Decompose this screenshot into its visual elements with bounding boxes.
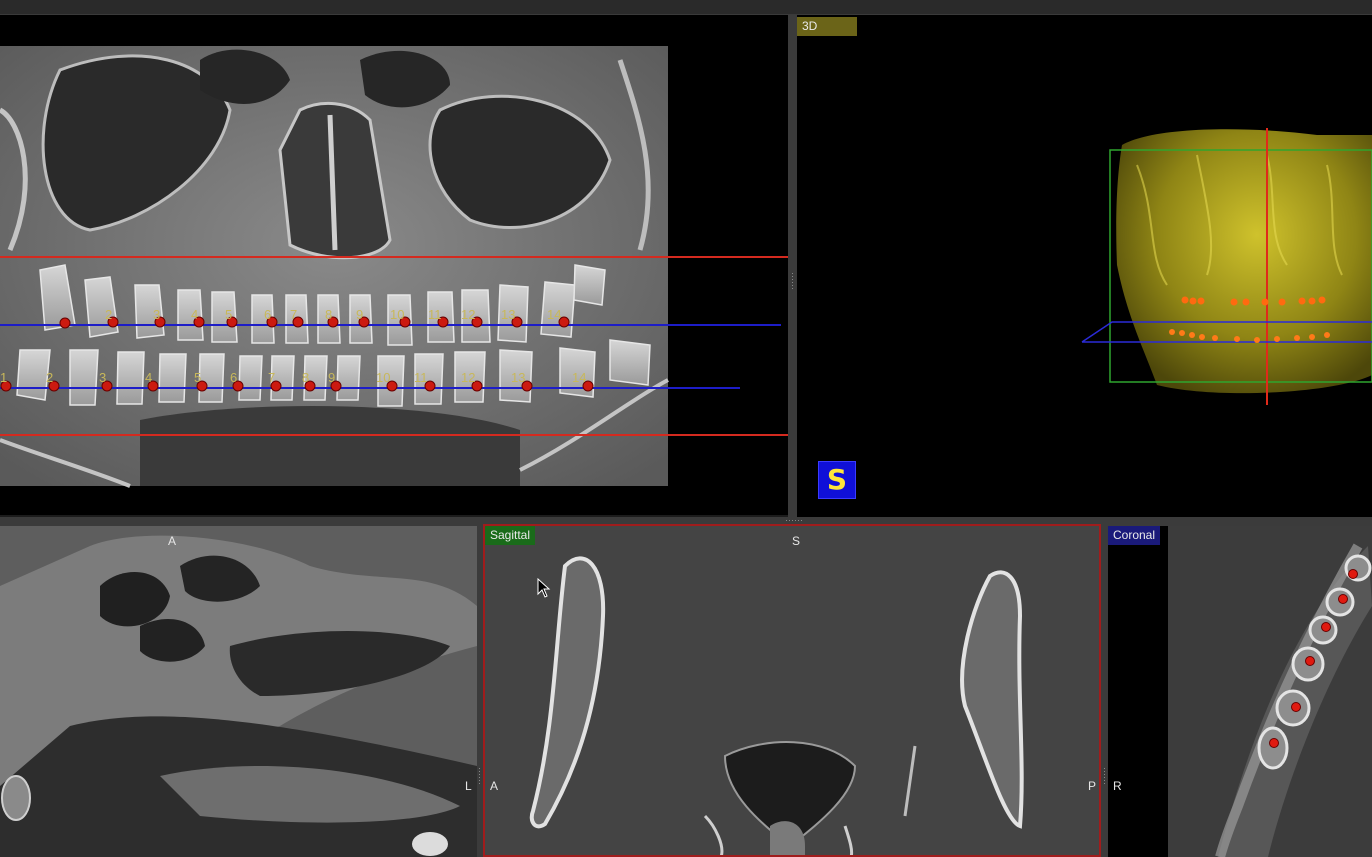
sagittal-left-label: A: [490, 779, 499, 793]
axial-top-label: A: [168, 534, 177, 548]
sagittal-top-label: S: [792, 534, 801, 548]
coronal-image[interactable]: [1108, 526, 1372, 857]
upper-label-6: 6: [264, 307, 271, 322]
lower-label-6: 6: [230, 370, 237, 385]
lower-label-10: 10: [376, 370, 390, 385]
3d-rendering[interactable]: [797, 15, 1372, 517]
lower-label-2: 2: [46, 370, 53, 385]
panoramic-view[interactable]: 2 3 4 5 6 7 8 9 10 11 12 13 14 1 2 3 4 5…: [0, 15, 788, 515]
coronal-left-label: R: [1113, 779, 1122, 793]
upper-label-7: 7: [290, 307, 297, 322]
sagittal-view[interactable]: Sagittal S A P: [483, 524, 1101, 857]
splitter-grip[interactable]: [792, 273, 793, 291]
sagittal-image[interactable]: [485, 526, 1099, 857]
bottom-right-splitter-grip[interactable]: [1104, 768, 1105, 786]
upper-label-10: 10: [390, 307, 404, 322]
upper-label-5: 5: [225, 307, 232, 322]
upper-label-9: 9: [356, 307, 363, 322]
lower-label-14: 14: [572, 370, 586, 385]
upper-label-2: 2: [105, 307, 112, 322]
lower-label-3: 3: [99, 370, 106, 385]
bottom-right-splitter[interactable]: [1101, 526, 1108, 857]
orientation-s-badge[interactable]: S: [818, 461, 856, 499]
lower-label-5: 5: [194, 370, 201, 385]
upper-label-11: 11: [428, 307, 442, 322]
panoramic-canvas[interactable]: 2 3 4 5 6 7 8 9 10 11 12 13 14 1 2 3 4 5…: [0, 15, 788, 515]
axial-view[interactable]: A L: [0, 526, 477, 857]
top-vertical-splitter[interactable]: [788, 15, 797, 517]
coronal-view[interactable]: Coronal R: [1108, 526, 1372, 857]
top-toolbar-strip: [0, 0, 1372, 15]
lower-label-1: 1: [0, 370, 7, 385]
lower-label-12: 12: [461, 370, 475, 385]
upper-label-14: 14: [547, 307, 561, 322]
horizontal-splitter-grip[interactable]: [786, 520, 804, 521]
sagittal-right-label: P: [1088, 779, 1097, 793]
upper-point-1: [59, 317, 71, 329]
mouse-cursor-icon: [537, 578, 551, 598]
panoramic-xray-image: [0, 46, 669, 488]
coronal-view-label: Coronal: [1108, 526, 1161, 545]
bottom-left-splitter-grip[interactable]: [479, 768, 480, 786]
3d-view[interactable]: 3D: [797, 15, 1372, 517]
lower-label-11: 11: [414, 370, 428, 385]
sagittal-view-label: Sagittal: [485, 526, 536, 545]
axial-image[interactable]: [0, 526, 477, 857]
lower-label-7: 7: [268, 370, 275, 385]
upper-label-12: 12: [461, 307, 475, 322]
upper-label-8: 8: [325, 307, 332, 322]
upper-label-3: 3: [153, 307, 160, 322]
axial-right-label: L: [465, 779, 472, 793]
lower-label-13: 13: [511, 370, 525, 385]
lower-label-8: 8: [302, 370, 309, 385]
upper-label-13: 13: [501, 307, 515, 322]
lower-label-9: 9: [328, 370, 335, 385]
upper-label-4: 4: [191, 307, 198, 322]
lower-label-4: 4: [145, 370, 152, 385]
